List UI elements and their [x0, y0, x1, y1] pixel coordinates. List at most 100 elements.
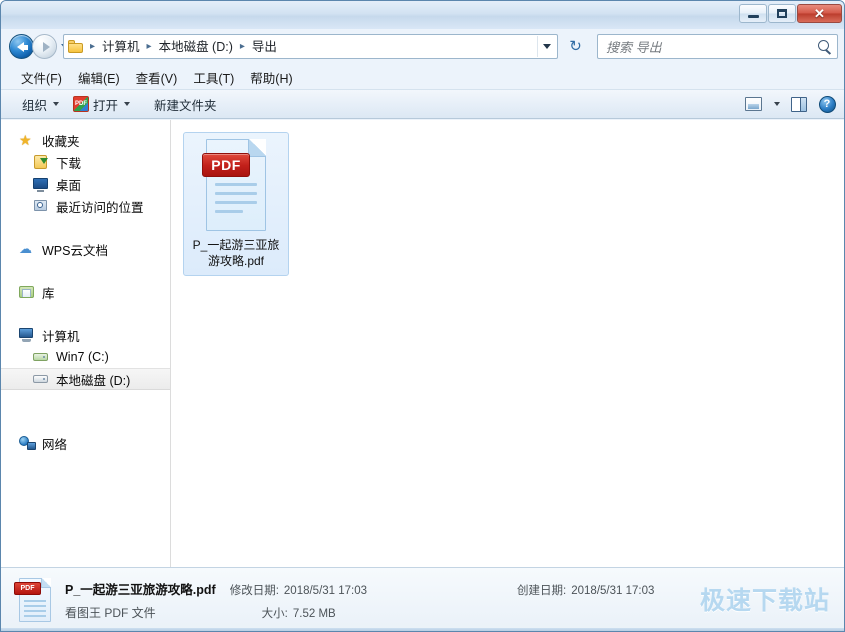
search-icon: [817, 39, 833, 55]
open-button[interactable]: PDF 打开: [66, 92, 137, 117]
new-folder-button[interactable]: 新建文件夹: [147, 92, 224, 117]
navigation-pane[interactable]: ★ 收藏夹 下载 桌面 最近访问的位置 ☁ WPS云文档 库 计算机 Win7 …: [1, 120, 171, 567]
minimize-button[interactable]: [739, 4, 767, 23]
status-file-type: 看图王 PDF 文件: [65, 605, 156, 620]
desktop-icon: [33, 176, 50, 192]
sidebar-item-local-disk-d[interactable]: 本地磁盘 (D:): [1, 368, 170, 390]
title-bar: ✕: [1, 1, 844, 29]
close-button[interactable]: ✕: [797, 4, 842, 23]
status-created-label: 创建日期:: [517, 584, 567, 597]
breadcrumb-separator: ▸: [90, 41, 96, 52]
chevron-down-icon: [124, 102, 131, 106]
breadcrumb-separator: ▸: [146, 41, 152, 52]
back-button[interactable]: [9, 34, 34, 59]
file-name-label: P_一起游三亚旅游攻略.pdf: [192, 238, 280, 268]
sidebar-item-downloads[interactable]: 下载: [1, 151, 170, 173]
sidebar-item-wps-cloud[interactable]: ☁ WPS云文档: [1, 238, 170, 260]
menu-item-view[interactable]: 查看(V): [128, 66, 186, 89]
sidebar-label: WPS云文档: [42, 243, 108, 258]
download-icon: [33, 154, 50, 170]
menu-item-help[interactable]: 帮助(H): [242, 66, 300, 89]
organize-button[interactable]: 组织: [15, 92, 66, 117]
hard-drive-icon: [33, 371, 50, 387]
chevron-down-icon: [774, 102, 780, 106]
window-bottom-edge: [1, 628, 844, 631]
sidebar-label: 库: [42, 286, 55, 301]
sidebar-label: 本地磁盘 (D:): [56, 373, 131, 388]
sidebar-item-recent-places[interactable]: 最近访问的位置: [1, 195, 170, 217]
file-list-pane[interactable]: PDF P_一起游三亚旅游攻略.pdf: [171, 120, 844, 567]
status-created-value: 2018/5/31 17:03: [571, 584, 655, 597]
close-icon: ✕: [814, 5, 825, 21]
sidebar-item-favorites[interactable]: ★ 收藏夹: [1, 129, 170, 151]
help-button[interactable]: ?: [814, 93, 840, 115]
status-file-name: P_一起游三亚旅游攻略.pdf: [65, 582, 216, 597]
file-item[interactable]: PDF P_一起游三亚旅游攻略.pdf: [183, 132, 289, 276]
explorer-window: ✕ ▸ 计算机 ▸ 本地磁盘 (D:) ▸ 导出 ↻ 搜索 导出 文件(F) 编…: [0, 0, 845, 632]
forward-button[interactable]: [32, 34, 57, 59]
search-box[interactable]: 搜索 导出: [597, 34, 838, 59]
menu-item-file[interactable]: 文件(F): [13, 66, 70, 89]
search-input[interactable]: 搜索 导出: [606, 37, 817, 56]
help-icon: ?: [818, 95, 836, 113]
address-row: ▸ 计算机 ▸ 本地磁盘 (D:) ▸ 导出 ↻ 搜索 导出: [1, 29, 844, 65]
status-size-value: 7.52 MB: [292, 607, 336, 620]
recent-places-icon: [33, 198, 50, 214]
refresh-button[interactable]: ↻: [563, 34, 588, 59]
sidebar-item-network[interactable]: 网络: [1, 432, 170, 454]
chevron-down-icon: [53, 102, 60, 106]
breadcrumb-item-computer[interactable]: 计算机: [99, 37, 143, 57]
view-icon: [744, 97, 762, 111]
status-modified-value: 2018/5/31 17:03: [283, 584, 368, 597]
sidebar-item-win7-c[interactable]: Win7 (C:): [1, 346, 170, 368]
preview-pane-button[interactable]: [786, 93, 812, 115]
library-icon: [19, 284, 36, 300]
maximize-button[interactable]: [768, 4, 796, 23]
pdf-app-icon: PDF: [73, 96, 90, 112]
hard-drive-icon: [33, 349, 50, 365]
sidebar-label: 收藏夹: [42, 134, 80, 149]
address-bar[interactable]: ▸ 计算机 ▸ 本地磁盘 (D:) ▸ 导出: [63, 34, 558, 59]
menu-item-tools[interactable]: 工具(T): [185, 66, 242, 89]
menu-bar: 文件(F) 编辑(E) 查看(V) 工具(T) 帮助(H): [1, 66, 844, 89]
preview-pane-icon: [791, 96, 807, 112]
arrow-right-icon: [42, 41, 50, 52]
sidebar-label: 桌面: [56, 178, 82, 193]
star-icon: ★: [19, 132, 32, 148]
window-controls: ✕: [739, 4, 842, 23]
sidebar-label: 网络: [42, 437, 68, 452]
navigation-buttons: [9, 34, 69, 59]
sidebar-item-libraries[interactable]: 库: [1, 281, 170, 303]
toolbar-right-group: ?: [740, 93, 840, 115]
cloud-icon: ☁: [19, 241, 32, 256]
status-line-2: 看图王 PDF 文件 大小: 7.52 MB: [65, 604, 654, 621]
breadcrumb-item-local-disk-d[interactable]: 本地磁盘 (D:): [156, 37, 236, 57]
sidebar-item-desktop[interactable]: 桌面: [1, 173, 170, 195]
pdf-badge: PDF: [202, 153, 250, 177]
breadcrumb-item-export[interactable]: 导出: [249, 37, 280, 57]
sidebar-label: Win7 (C:): [56, 350, 109, 364]
refresh-icon: ↻: [569, 38, 582, 55]
status-pdf-badge: PDF: [14, 581, 41, 595]
status-line-1: P_一起游三亚旅游攻略.pdf 修改日期: 2018/5/31 17:03 创建…: [65, 579, 654, 598]
organize-label: 组织: [22, 98, 48, 113]
breadcrumb-separator: ▸: [239, 41, 245, 52]
explorer-body: ★ 收藏夹 下载 桌面 最近访问的位置 ☁ WPS云文档 库 计算机 Win7 …: [1, 120, 844, 567]
address-dropdown-button[interactable]: [537, 36, 555, 57]
sidebar-label: 下载: [56, 156, 82, 171]
minimize-icon: [747, 15, 759, 18]
new-folder-label: 新建文件夹: [154, 98, 217, 113]
pdf-file-icon: PDF: [200, 139, 272, 231]
change-view-dropdown[interactable]: [768, 93, 784, 115]
sidebar-item-computer[interactable]: 计算机: [1, 324, 170, 346]
status-pdf-icon: PDF: [13, 576, 57, 624]
change-view-button[interactable]: [740, 93, 766, 115]
sidebar-label: 最近访问的位置: [56, 200, 144, 215]
menu-item-edit[interactable]: 编辑(E): [70, 66, 128, 89]
folder-icon: [68, 39, 84, 54]
